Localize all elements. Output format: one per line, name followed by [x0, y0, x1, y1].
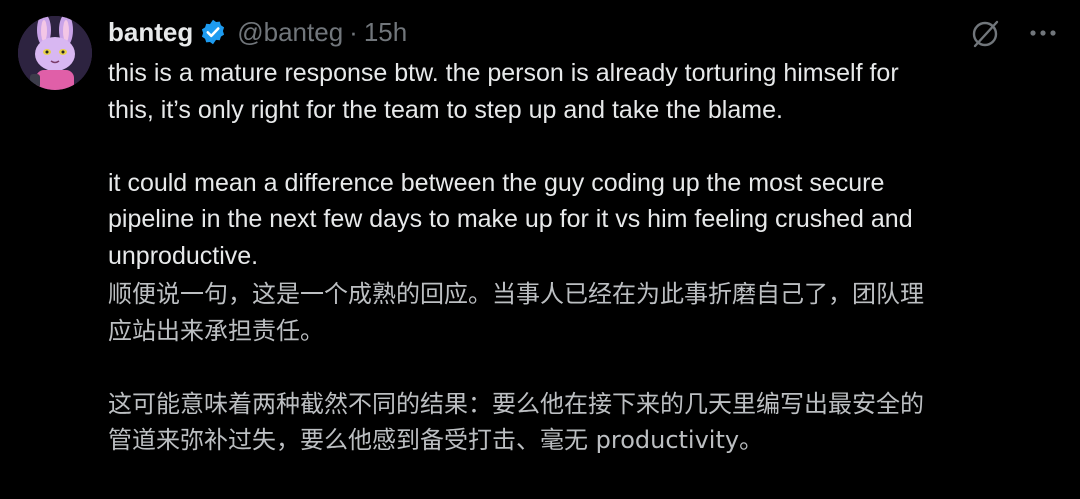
translation-paragraph-1: 顺便说一句，这是一个成熟的回应。当事人已经在为此事折磨自己了，团队理 应站出来承… — [108, 280, 924, 345]
tweet-actions — [968, 16, 1060, 50]
timestamp[interactable]: 15h — [364, 17, 407, 48]
tweet: banteg @banteg · 15h this is a mature re… — [0, 0, 1080, 499]
more-dots-icon[interactable] — [1026, 16, 1060, 50]
separator-dot: · — [349, 16, 358, 47]
translation-paragraph-2: 这可能意味着两种截然不同的结果：要么他在接下来的几天里编写出最安全的 管道来弥补… — [108, 389, 924, 455]
tweet-paragraph-2: it could mean a difference between the g… — [108, 168, 913, 270]
user-handle[interactable]: @banteg — [237, 17, 343, 48]
tweet-body: this is a mature response btw. the perso… — [108, 55, 1058, 459]
bunny-avatar-icon — [18, 16, 92, 90]
tweet-header: banteg @banteg · 15h — [108, 14, 407, 50]
slashed-circle-icon[interactable] — [968, 16, 1002, 50]
verified-badge-icon — [199, 18, 227, 46]
avatar[interactable] — [18, 16, 92, 90]
tweet-paragraph-1: this is a mature response btw. the perso… — [108, 59, 899, 124]
display-name[interactable]: banteg — [108, 17, 193, 48]
